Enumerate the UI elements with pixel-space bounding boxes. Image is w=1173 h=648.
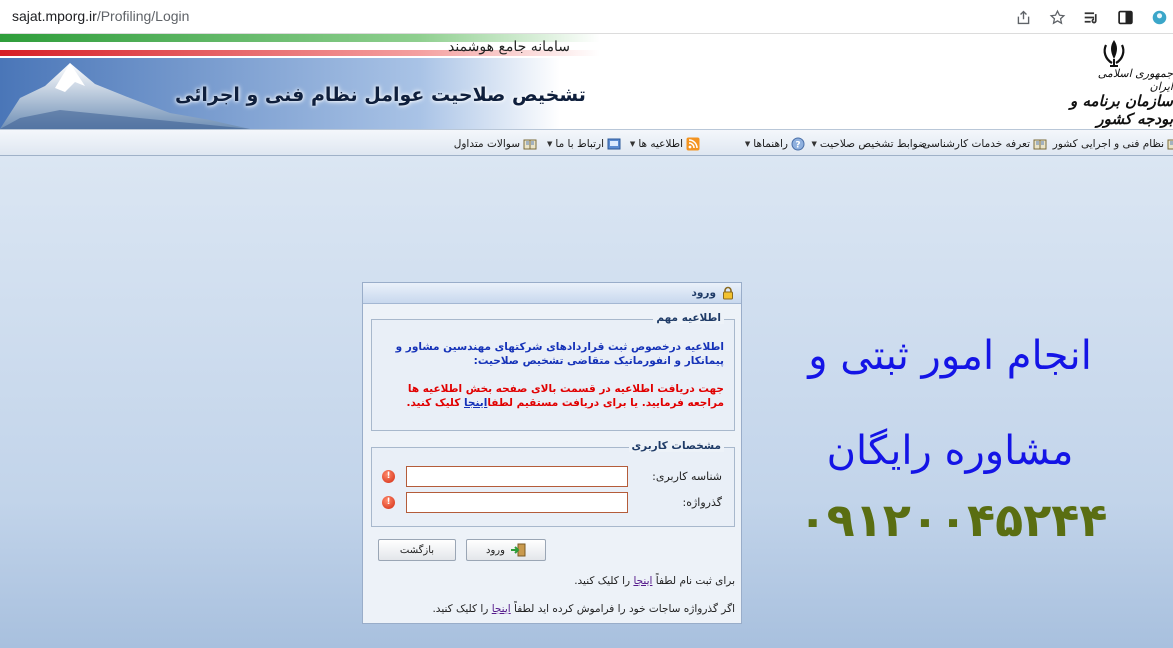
menu-item-label: تعرفه خدمات کارشناسی xyxy=(922,138,1030,150)
address-bar[interactable]: sajat.mporg.ir/Profiling/Login xyxy=(12,8,189,24)
menu-item-label: سوالات متداول xyxy=(453,138,520,150)
reading-list-icon[interactable] xyxy=(1081,7,1101,27)
required-warning-icon: ! xyxy=(382,470,395,483)
menu-item-criteria[interactable]: ضوابط تشخیص صلاحیت ▼ xyxy=(812,136,927,152)
forgot-note-end: را کلیک کنید. xyxy=(432,603,489,615)
ad-line-1: انجام امور ثبتی و xyxy=(808,333,1092,379)
login-panel-title: ورود xyxy=(691,287,717,299)
rss-icon xyxy=(686,137,700,151)
forgot-password-link[interactable]: اینجا xyxy=(492,603,511,615)
ad-phone: ۰۹۱۲۰۰۴۵۲۴۴ xyxy=(798,493,1108,547)
register-note-end: را کلیک کنید. xyxy=(574,575,631,587)
org-line-1: جمهوری اسلامی ایران xyxy=(1097,67,1173,93)
menu-item-tariffs[interactable]: تعرفه خدمات کارشناسی xyxy=(922,136,1047,152)
url-path: /Profiling/Login xyxy=(96,8,190,24)
dropdown-caret-icon: ▼ xyxy=(744,140,751,148)
notice-red-text-end: کلیک کنید. xyxy=(406,397,461,409)
notice-legend: اطلاعیه مهم xyxy=(653,312,724,324)
book-icon xyxy=(523,137,537,151)
menu-item-label: نظام فنی و اجرایی کشور xyxy=(1052,138,1164,150)
contact-icon xyxy=(607,137,621,151)
menu-item-contact[interactable]: ارتباط با ما ▼ xyxy=(547,136,621,152)
banner-tagline: سامانه جامع هوشمند xyxy=(448,39,570,55)
site-banner: سامانه جامع هوشمند تشخیص صلاحیت عوامل نظ… xyxy=(0,34,1173,129)
menu-item-label: ارتباط با ما xyxy=(555,138,604,150)
svg-text:?: ? xyxy=(795,141,800,151)
side-panel-icon[interactable] xyxy=(1115,7,1135,27)
username-input[interactable] xyxy=(406,466,628,487)
profile-icon[interactable] xyxy=(1149,7,1169,27)
login-panel-header: ورود xyxy=(363,283,741,304)
username-label: شناسه کاربری: xyxy=(652,470,722,483)
iran-emblem-icon xyxy=(1103,40,1125,67)
main-menu: نظام فنی و اجرایی کشور تعرفه خدمات کارشن… xyxy=(0,129,1173,156)
forgot-note-text: اگر گذرواژه ساجات خود را فراموش کرده اید… xyxy=(514,603,735,615)
lock-icon xyxy=(723,286,733,300)
login-panel: ورود اطلاعیه مهم اطلاعیه درخصوص ثبت قرار… xyxy=(362,282,742,624)
dropdown-caret-icon: ▼ xyxy=(811,140,817,148)
book-icon xyxy=(1033,137,1047,151)
menu-item-announcements[interactable]: اطلاعیه ها ▼ xyxy=(630,136,700,152)
url-host: sajat.mporg.ir xyxy=(12,8,97,24)
banner-headline: تشخیص صلاحیت عوامل نظام فنی و اجرائی xyxy=(175,84,586,106)
register-note-text: برای ثبت نام لطفاً xyxy=(655,575,735,587)
username-row: شناسه کاربری: ! xyxy=(382,466,724,488)
password-label: گذرواژه: xyxy=(682,496,722,509)
register-note: برای ثبت نام لطفاً اینجا را کلیک کنید. xyxy=(574,575,735,587)
bookmark-star-icon[interactable] xyxy=(1047,7,1067,27)
notice-here-link[interactable]: اینجا xyxy=(464,397,487,409)
required-warning-icon: ! xyxy=(382,496,395,509)
book-icon xyxy=(1167,137,1173,151)
dropdown-caret-icon: ▼ xyxy=(629,140,636,148)
dropdown-caret-icon: ▼ xyxy=(547,140,553,148)
forgot-password-note: اگر گذرواژه ساجات خود را فراموش کرده اید… xyxy=(432,603,735,615)
share-icon[interactable] xyxy=(1013,7,1033,27)
browser-actions xyxy=(1013,7,1169,27)
menu-item-faq[interactable]: سوالات متداول xyxy=(454,136,537,152)
login-button-label: ورود xyxy=(486,544,505,556)
menu-item-technical-system[interactable]: نظام فنی و اجرایی کشور xyxy=(1053,136,1173,152)
login-button[interactable]: ورود xyxy=(466,539,546,561)
org-line-2: سازمان برنامه و بودجه کشور xyxy=(1070,92,1173,128)
menu-item-label: راهنماها xyxy=(753,138,788,150)
password-input[interactable] xyxy=(406,492,628,513)
notice-text-blue: اطلاعیه درخصوص ثبت قراردادهای شرکتهای مه… xyxy=(395,341,724,367)
userinfo-legend: مشخصات کاربری xyxy=(628,440,724,452)
menu-item-guides[interactable]: ? راهنماها ▼ xyxy=(745,136,805,152)
notice-text-red: جهت دریافت اطلاعیه در قسمت بالای صفحه بخ… xyxy=(380,382,725,410)
userinfo-fieldset: مشخصات کاربری شناسه کاربری: ! گذرواژه: ! xyxy=(371,440,735,527)
help-icon: ? xyxy=(791,137,805,151)
browser-toolbar: sajat.mporg.ir/Profiling/Login xyxy=(0,0,1173,34)
menu-item-label: ضوابط تشخیص صلاحیت xyxy=(819,138,927,150)
menu-item-label: اطلاعیه ها xyxy=(638,138,683,150)
ad-line-2: مشاوره رایگان xyxy=(826,428,1074,474)
notice-fieldset: اطلاعیه مهم اطلاعیه درخصوص ثبت قراردادها… xyxy=(371,312,735,431)
password-row: گذرواژه: ! xyxy=(382,492,724,514)
enter-door-icon xyxy=(510,543,526,557)
register-link[interactable]: اینجا xyxy=(633,575,652,587)
back-button[interactable]: بازگشت xyxy=(378,539,456,561)
